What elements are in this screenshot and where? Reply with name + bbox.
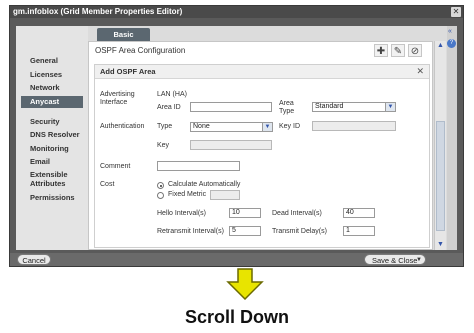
ospf-area-panel: OSPF Area Configuration ✚ ✎ ⊘ Add OSPF A… (88, 41, 433, 250)
sidebar-item-network[interactable]: Network (30, 83, 60, 92)
auth-type-value: None (193, 123, 210, 130)
dialog-header: Add OSPF Area ✕ (95, 65, 429, 79)
panel-title: OSPF Area Configuration (95, 46, 186, 55)
sidebar-item-licenses[interactable]: Licenses (30, 70, 62, 79)
hello-interval-label: Hello Interval(s) (157, 210, 207, 217)
retransmit-interval-input[interactable]: 5 (229, 226, 261, 236)
sidebar-item-general[interactable]: General (30, 56, 58, 65)
scroll-down-caption: Scroll Down (184, 307, 289, 327)
cancel-button[interactable]: Cancel (17, 254, 51, 265)
dialog-close-icon[interactable]: ✕ (416, 66, 424, 77)
sidebar-item-permissions[interactable]: Permissions (30, 193, 75, 202)
tab-basic[interactable]: Basic (97, 28, 150, 41)
sidebar-item-extensible-attributes[interactable]: Extensible Attributes (30, 170, 86, 188)
footer-bar: Cancel Save & Close ▼ (10, 253, 463, 266)
properties-editor-window: gm.infoblox (Grid Member Properties Edit… (9, 5, 464, 267)
key-input (190, 140, 272, 150)
chevron-down-icon: ▼ (385, 103, 395, 111)
collapse-icon[interactable]: « (448, 28, 452, 35)
save-close-button[interactable]: Save & Close ▼ (364, 254, 426, 265)
comment-input[interactable] (157, 161, 240, 171)
scroll-down-icon[interactable]: ▼ (435, 240, 446, 250)
dead-interval-label: Dead Interval(s) (272, 210, 322, 217)
sidebar-item-monitoring[interactable]: Monitoring (30, 144, 69, 153)
delete-icon[interactable]: ⊘ (408, 44, 422, 57)
add-icon[interactable]: ✚ (374, 44, 388, 57)
edit-icon[interactable]: ✎ (391, 44, 405, 57)
side-toolbar: « ? (447, 26, 457, 250)
panel-scrollbar[interactable]: ▲ ▼ (434, 41, 446, 250)
editor-body: General Licenses Network Anycast Securit… (16, 26, 457, 250)
help-icon[interactable]: ? (447, 39, 456, 48)
scrollbar-thumb[interactable] (436, 121, 445, 231)
window-title: gm.infoblox (Grid Member Properties Edit… (10, 6, 463, 18)
dialog-title: Add OSPF Area (100, 67, 156, 76)
sidebar: General Licenses Network Anycast Securit… (16, 26, 88, 250)
transmit-delay-input[interactable]: 1 (343, 226, 375, 236)
chevron-down-icon[interactable]: ▼ (416, 255, 422, 266)
dead-interval-input[interactable]: 40 (343, 208, 375, 218)
hello-interval-input[interactable]: 10 (229, 208, 261, 218)
area-type-select[interactable]: Standard ▼ (312, 102, 396, 112)
type-label: Type (157, 123, 173, 130)
key-label: Key (157, 142, 170, 149)
cost-label: Cost (100, 181, 115, 188)
scroll-up-icon[interactable]: ▲ (435, 41, 446, 51)
area-id-label: Area ID (157, 104, 181, 111)
advertising-interface-value: LAN (HA) (157, 91, 187, 98)
retransmit-interval-label: Retransmit Interval(s) (157, 228, 224, 235)
fixed-metric-input (210, 190, 240, 200)
comment-label: Comment (100, 163, 131, 170)
area-type-value: Standard (315, 103, 344, 110)
area-type-label: Area Type (279, 100, 295, 115)
cost-fixed-radio[interactable] (157, 192, 164, 199)
area-id-input[interactable] (190, 102, 272, 112)
authentication-label: Authentication (100, 123, 145, 130)
save-close-label: Save & Close (372, 256, 418, 265)
cost-fixed-label: Fixed Metric (168, 191, 207, 198)
sidebar-item-email[interactable]: Email (30, 157, 50, 166)
key-id-input (312, 121, 396, 131)
cost-auto-label: Calculate Automatically (168, 181, 241, 188)
sidebar-item-anycast[interactable]: Anycast (21, 96, 83, 108)
cost-auto-radio[interactable] (157, 182, 164, 189)
sidebar-item-dns-resolver[interactable]: DNS Resolver (30, 130, 80, 139)
auth-type-select[interactable]: None ▼ (190, 122, 273, 132)
transmit-delay-label: Transmit Delay(s) (272, 228, 327, 235)
scroll-down-arrow-icon (226, 268, 264, 301)
chevron-down-icon: ▼ (262, 123, 272, 131)
sidebar-item-security[interactable]: Security (30, 117, 60, 126)
close-icon[interactable]: ✕ (451, 7, 461, 17)
advertising-interface-label: Advertising Interface (100, 91, 135, 106)
add-ospf-area-dialog: Add OSPF Area ✕ Advertising Interface LA… (94, 64, 430, 248)
key-id-label: Key ID (279, 123, 301, 130)
